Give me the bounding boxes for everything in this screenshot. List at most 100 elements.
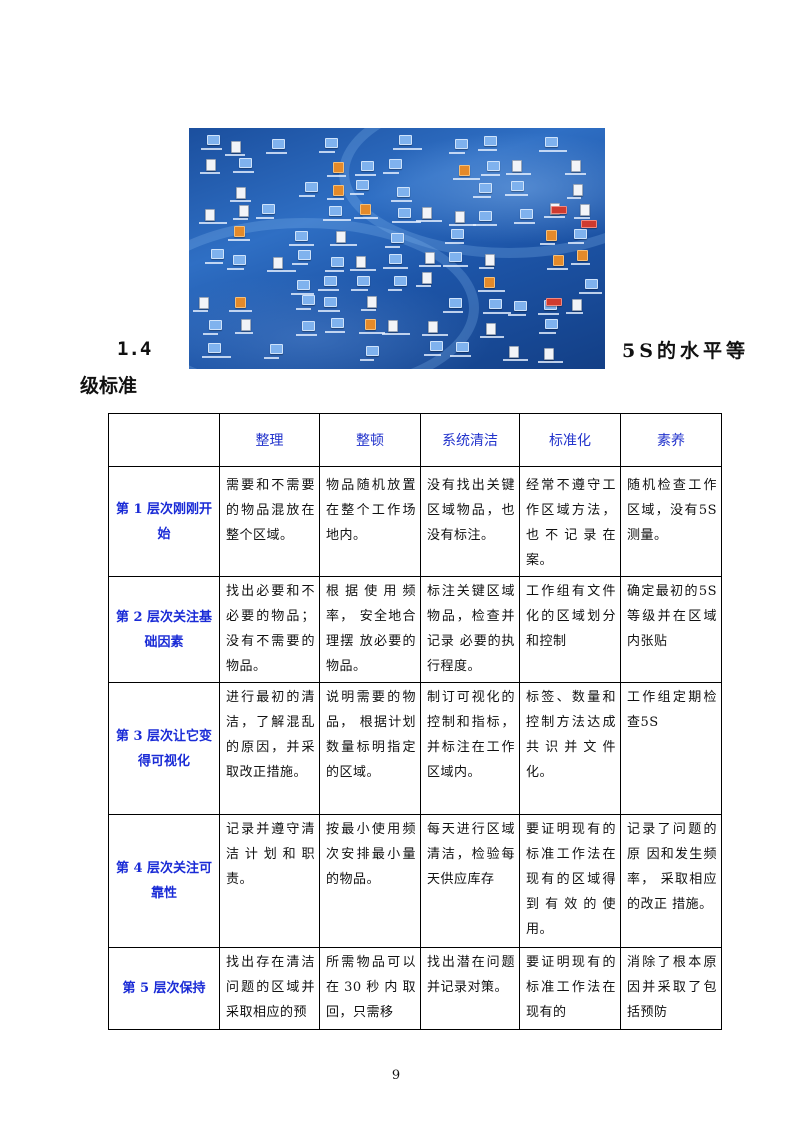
desktop-file-label [193, 310, 209, 313]
desktop-file-icon [421, 206, 432, 219]
desktop-file-icon [509, 345, 520, 358]
desktop-file-icon [450, 229, 464, 240]
page-number: 9 [391, 1068, 401, 1083]
desktop-file-icon [271, 139, 285, 150]
header-cell: 标准化 [519, 413, 621, 467]
table-cell: 经常不遵守工作区域方法，也不记录在案。 [519, 466, 621, 577]
desktop-file-icon [234, 226, 246, 238]
desktop-file-label [201, 355, 231, 358]
desktop-file-icon [207, 342, 221, 353]
desktop-file-label [503, 358, 529, 361]
desktop-file-label [448, 152, 465, 155]
desktop-file-label [423, 354, 441, 357]
desktop-file-label [448, 223, 476, 226]
desktop-file-icon [206, 134, 220, 145]
desktop-file-label [350, 193, 365, 196]
desktop-file-label [267, 269, 297, 272]
table-cell: 没有找出关键区域物品，也没有标注。 [420, 466, 520, 577]
desktop-file-label [390, 199, 412, 202]
desktop-file-icon [390, 233, 404, 244]
desktop-file-label [353, 216, 378, 219]
desktop-file-icon [394, 275, 408, 286]
desktop-screenshot-image [189, 128, 605, 369]
desktop-file-label [513, 222, 535, 225]
desktop-file-icon [479, 210, 493, 221]
desktop-file-label [360, 359, 375, 362]
desktop-file-icon [546, 230, 558, 242]
desktop-file-label [229, 310, 253, 313]
desktop-file-label [204, 262, 223, 265]
desktop-file-label [232, 218, 248, 221]
desktop-file-label [416, 285, 432, 288]
desktop-file-label [288, 244, 314, 247]
desktop-file-label [480, 174, 500, 177]
desktop-file-label [422, 334, 449, 337]
desktop-file-label [298, 195, 315, 198]
desktop-file-icon [571, 159, 582, 172]
desktop-file-label [358, 331, 385, 334]
desktop-file-label [319, 151, 336, 154]
desktop-file-icon [208, 319, 222, 330]
desktop-file-label [382, 171, 399, 174]
desktop-file-label [540, 243, 556, 246]
desktop-file-label [351, 289, 369, 292]
table-cell: 物品随机放置在整个工作场地内。 [319, 466, 421, 577]
desktop-file-icon [514, 300, 527, 311]
desktop-file-label [323, 219, 352, 222]
desktop-file-label [202, 332, 218, 335]
desktop-file-icon [422, 272, 433, 285]
desktop-file-icon [486, 322, 497, 335]
section-number: 1.4 [117, 338, 152, 360]
desktop-file-label [473, 223, 498, 226]
desktop-file-icon [580, 204, 591, 217]
desktop-file-icon [388, 320, 399, 333]
desktop-file-icon [269, 344, 283, 355]
desktop-file-label [324, 331, 345, 334]
desktop-file-label [546, 268, 568, 271]
desktop-file-icon [398, 134, 412, 145]
table-cell: 标注关键区域物品，检查并记录 必要的执行程度。 [420, 576, 520, 683]
desktop-file-icon [584, 278, 598, 289]
table-cell: 根据使用频率， 安全地合理摆 放必要的物品。 [319, 576, 421, 683]
desktop-file-icon [367, 295, 378, 308]
desktop-file-icon [335, 230, 346, 243]
desktop-file-icon [459, 164, 471, 176]
header-cell [108, 413, 220, 467]
desktop-file-icon [388, 253, 402, 264]
desktop-file-label [225, 154, 246, 157]
table-row: 第 5 层次保持 找出存在清洁问题的区域并采取相应的预 所需物品可以在30秒内取… [108, 947, 722, 1030]
desktop-file-icon [330, 318, 344, 329]
table-cell: 制订可视化的控制和指标，并标注在工作区域内。 [420, 682, 520, 815]
desktop-file-label [263, 357, 279, 360]
desktop-file-icon [205, 208, 216, 221]
desktop-file-label [442, 265, 468, 268]
desktop-file-label [538, 149, 567, 152]
desktop-file-icon [397, 208, 411, 219]
desktop-file-label [571, 262, 591, 265]
table-cell: 要证明现有的标准工作法在现有的区域得到有效的使用。 [519, 814, 621, 948]
desktop-file-icon [323, 297, 337, 308]
desktop-file-label [480, 335, 505, 338]
desktop-file-icon [366, 346, 380, 357]
table-cell: 找出潜在问题并记录对策。 [420, 947, 520, 1030]
desktop-file-icon [484, 277, 496, 289]
desktop-file-icon [233, 254, 247, 265]
desktop-file-icon [236, 186, 247, 199]
desktop-file-icon [448, 297, 462, 308]
desktop-file-label [227, 267, 245, 270]
table-cell: 记录并遵守清洁计划和职责。 [219, 814, 320, 948]
table-cell: 工作组有文件化的区域划分和控制 [519, 576, 621, 683]
table-header-row: 整理 整顿 系统清洁 标准化 素养 [108, 413, 722, 467]
desktop-file-label [566, 196, 581, 199]
table-cell: 工作组定期检查5S [620, 682, 722, 815]
5s-level-table: 整理 整顿 系统清洁 标准化 素养 第 1 层次刚刚开始 需要和不需要的物品混放… [108, 413, 722, 1030]
table-cell: 所需物品可以在30秒内取回，只需移 [319, 947, 421, 1030]
level-label: 第 2 层次关注基础因素 [108, 576, 220, 683]
desktop-file-label [574, 217, 591, 220]
desktop-file-label [295, 308, 311, 311]
desktop-file-label [317, 288, 339, 291]
desktop-file-label [199, 221, 228, 224]
table-cell: 按最小使用频次安排最小量的物品。 [319, 814, 421, 948]
desktop-file-icon [484, 135, 498, 146]
desktop-file-label [449, 354, 471, 357]
